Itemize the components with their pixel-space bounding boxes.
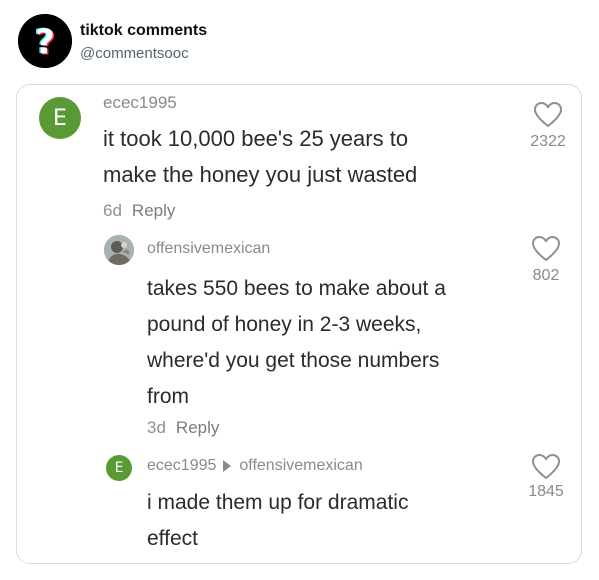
heart-icon[interactable] bbox=[531, 453, 561, 481]
comment-text-line: takes 550 bees to make about a bbox=[147, 277, 446, 300]
comment-username[interactable]: ecec1995 bbox=[103, 93, 177, 113]
comment-text-line: where'd you get those numbers bbox=[147, 349, 440, 372]
like-count: 1845 bbox=[528, 483, 564, 500]
svg-text:?: ? bbox=[35, 23, 55, 63]
comment-username[interactable]: ecec1995 bbox=[147, 457, 216, 474]
comment-text-line: i made them up for dramatic bbox=[147, 491, 409, 514]
comment-username-line: ecec1995 offensivemexican bbox=[147, 457, 363, 475]
avatar[interactable]: E bbox=[39, 97, 81, 139]
reply-to-username[interactable]: offensivemexican bbox=[239, 457, 362, 474]
account-avatar[interactable]: ? ? ? bbox=[18, 14, 72, 68]
like-count: 2322 bbox=[530, 133, 566, 150]
question-mark-icon: ? ? ? bbox=[18, 14, 72, 68]
avatar[interactable]: E bbox=[106, 455, 132, 481]
comment-username[interactable]: offensivemexican bbox=[147, 240, 270, 258]
avatar-letter: E bbox=[53, 105, 67, 131]
comment-meta: 3d Reply bbox=[147, 418, 219, 438]
comment-age: 3d bbox=[147, 418, 166, 437]
account-handle[interactable]: @commentsooc bbox=[80, 45, 189, 62]
comment-text: takes 550 bees to make about a pound of … bbox=[147, 271, 527, 415]
heart-icon[interactable] bbox=[531, 235, 561, 263]
comment-text-line: pound of honey in 2-3 weeks, bbox=[147, 313, 422, 336]
comment-screenshot: E ecec1995 it took 10,000 bee's 25 years… bbox=[16, 84, 582, 564]
comment-age: 6d bbox=[103, 201, 122, 220]
post-header: ? ? ? tiktok comments @commentsooc bbox=[18, 14, 578, 70]
profile-photo-icon bbox=[104, 235, 134, 265]
avatar-letter: E bbox=[114, 460, 124, 476]
comment-text-line: from bbox=[147, 385, 189, 408]
comment-text-line: effect bbox=[147, 527, 198, 550]
reply-button[interactable]: Reply bbox=[176, 418, 219, 437]
account-name[interactable]: tiktok comments bbox=[80, 22, 207, 40]
comment-meta: 6d Reply bbox=[103, 201, 175, 221]
comment-text-line: make the honey you just wasted bbox=[103, 162, 418, 187]
reply-arrow-icon bbox=[223, 459, 232, 472]
comment-text: it took 10,000 bee's 25 years to make th… bbox=[103, 121, 523, 193]
comment-text: i made them up for dramatic effect bbox=[147, 485, 527, 557]
comment-text-line: it took 10,000 bee's 25 years to bbox=[103, 126, 409, 151]
like-count: 802 bbox=[532, 267, 560, 284]
avatar[interactable] bbox=[104, 235, 134, 265]
heart-icon[interactable] bbox=[533, 101, 563, 129]
reply-button[interactable]: Reply bbox=[132, 201, 175, 220]
